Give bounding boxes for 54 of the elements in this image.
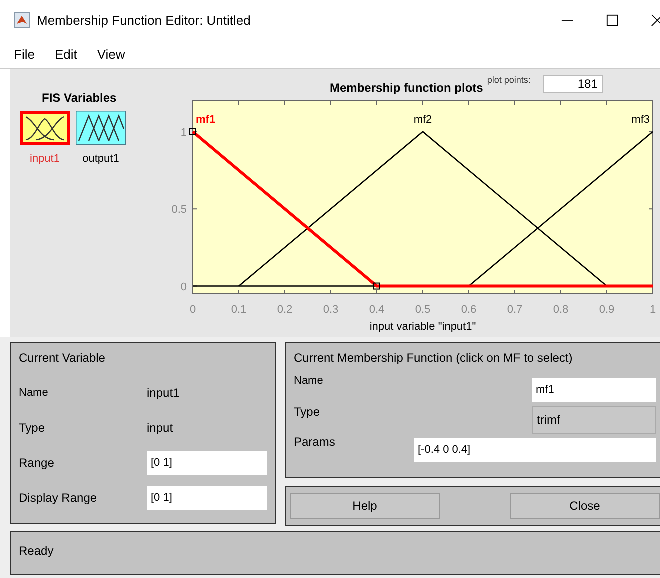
panel-heading: FIS Variables bbox=[42, 91, 118, 105]
y-tick-label: 0.5 bbox=[172, 204, 187, 216]
panel-heading: Current Variable bbox=[19, 351, 106, 365]
field-label: Name bbox=[19, 386, 50, 398]
panel-heading: Current Membership Function (click on MF to select) bbox=[294, 351, 574, 365]
window-title: Membership Function Editor: Untitled bbox=[37, 12, 251, 28]
y-tick-label: 0 bbox=[180, 281, 187, 294]
field-label: Type bbox=[19, 420, 46, 434]
variable-name: input1 bbox=[147, 386, 180, 400]
x-tick-label: 0.6 bbox=[461, 304, 477, 316]
mf-type-dropdown[interactable]: trimf bbox=[532, 406, 656, 434]
app-icon bbox=[14, 12, 30, 28]
x-tick-label: 0.3 bbox=[323, 304, 339, 316]
close-button[interactable]: Close bbox=[510, 493, 660, 519]
help-button[interactable]: Help bbox=[290, 493, 440, 519]
membership-curve[interactable] bbox=[468, 131, 654, 287]
menu-item[interactable]: Edit bbox=[54, 46, 78, 62]
maximize-icon[interactable] bbox=[606, 14, 619, 26]
mf-name-field[interactable]: mf1 bbox=[532, 378, 656, 402]
x-axis-label: input variable "input1" bbox=[370, 321, 476, 333]
y-tick-label: 1 bbox=[180, 126, 187, 139]
field-label: Params bbox=[294, 435, 336, 449]
params-field[interactable]: [-0.4 0 0.4] bbox=[414, 438, 656, 462]
plot-points-field[interactable]: 181 bbox=[542, 75, 603, 93]
status-text: Ready bbox=[19, 544, 54, 558]
x-tick-label: 0.9 bbox=[599, 304, 615, 316]
variable-label: input1 bbox=[30, 153, 60, 165]
curve-label: mf2 bbox=[414, 114, 432, 126]
chart-title: Membership function plots bbox=[330, 81, 484, 95]
field-label: Display Range bbox=[19, 490, 98, 504]
membership-curve[interactable] bbox=[190, 128, 653, 290]
x-tick-label: 0 bbox=[190, 304, 196, 316]
output-variable-icon[interactable] bbox=[76, 111, 126, 145]
curve-label: mf1 bbox=[196, 114, 216, 126]
x-tick-label: 1 bbox=[650, 304, 656, 316]
membership-curve[interactable] bbox=[238, 131, 608, 287]
field-label: Name bbox=[294, 375, 324, 387]
input-variable-icon[interactable] bbox=[20, 111, 70, 145]
x-tick-label: 0.5 bbox=[415, 304, 431, 316]
x-tick-label: 0.7 bbox=[507, 304, 523, 316]
x-tick-label: 0.4 bbox=[369, 304, 385, 316]
variable-label: output1 bbox=[82, 153, 120, 165]
menu-item[interactable]: File bbox=[14, 46, 35, 62]
display-range-field[interactable]: [0 1] bbox=[147, 486, 267, 510]
plot-points-label: plot points: bbox=[487, 75, 531, 85]
variable-type: input bbox=[147, 420, 174, 434]
field-label: Type bbox=[294, 405, 322, 419]
field-label: Range bbox=[19, 456, 56, 470]
x-tick-label: 0.8 bbox=[553, 304, 569, 316]
x-tick-label: 0.1 bbox=[231, 304, 247, 316]
menu-item[interactable]: View bbox=[97, 46, 126, 62]
x-tick-label: 0.2 bbox=[277, 304, 293, 316]
range-field[interactable]: [0 1] bbox=[147, 450, 267, 474]
curve-label: mf3 bbox=[632, 114, 650, 126]
